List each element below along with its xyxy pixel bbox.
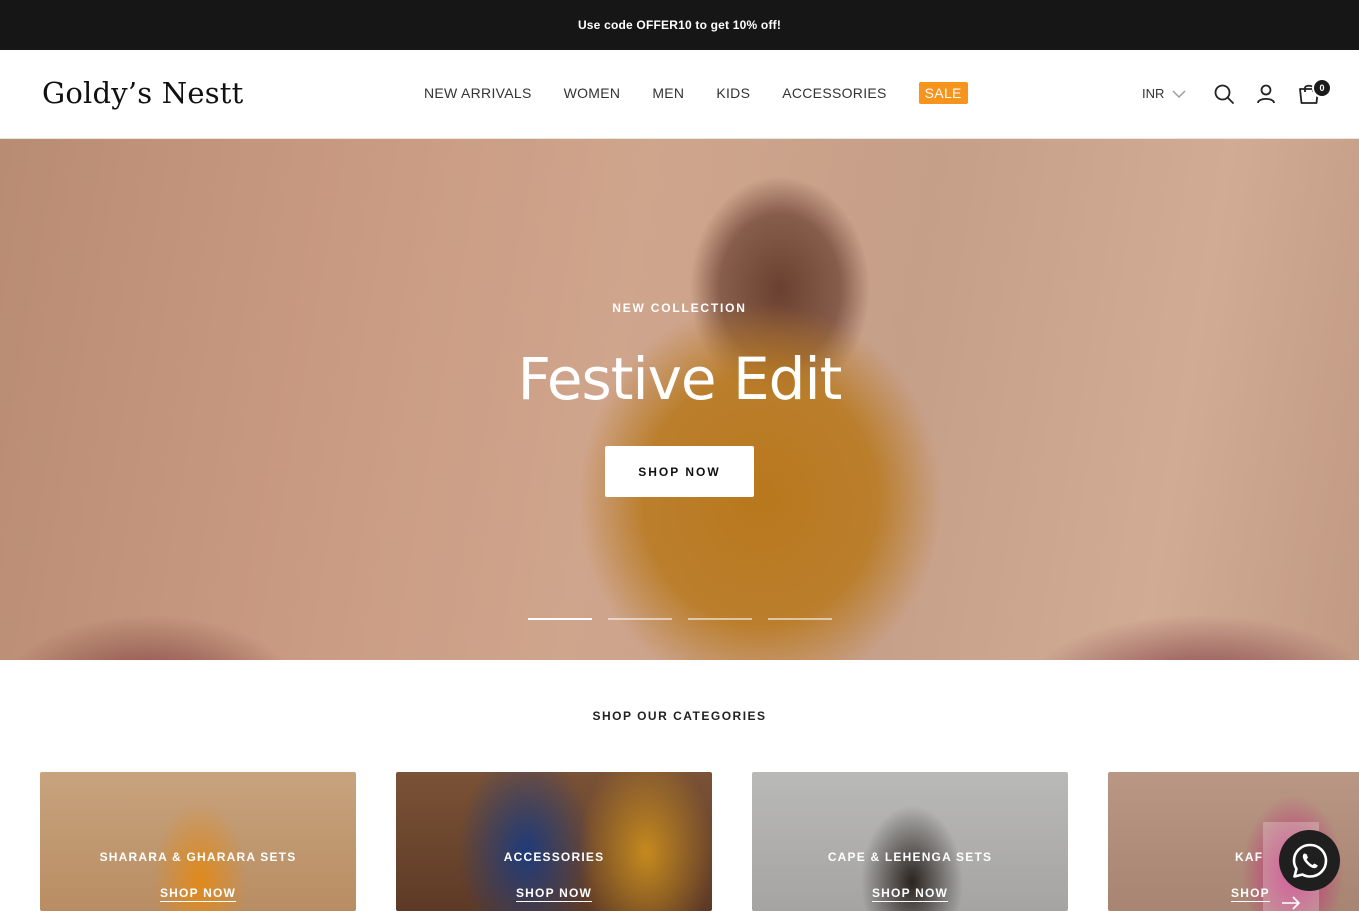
whatsapp-chat-button[interactable] <box>1279 830 1340 891</box>
slider-dot-3[interactable] <box>688 618 752 620</box>
nav-kids[interactable]: KIDS <box>716 85 750 101</box>
category-title: SHARARA & GHARARA SETS <box>99 850 297 864</box>
announcement-bar: Use code OFFER10 to get 10% off! <box>0 0 1359 50</box>
category-card-sharara[interactable]: SHARARA & GHARARA SETS SHOP NOW <box>40 772 356 911</box>
hero-subtitle: NEW COLLECTION <box>612 301 747 315</box>
search-icon[interactable] <box>1213 83 1235 105</box>
currency-selector[interactable]: INR <box>1142 86 1186 101</box>
whatsapp-icon <box>1292 843 1327 878</box>
category-title: CAPE & LEHENGA SETS <box>827 850 993 864</box>
nav-women[interactable]: WOMEN <box>564 85 621 101</box>
nav-sale[interactable]: SALE <box>918 82 968 104</box>
categories-heading: SHOP OUR CATEGORIES <box>592 709 767 723</box>
nav-men[interactable]: MEN <box>652 85 684 101</box>
site-header: Goldy’s Nestt NEW ARRIVALS WOMEN MEN KID… <box>0 50 1359 139</box>
category-card-accessories[interactable]: ACCESSORIES SHOP NOW <box>396 772 712 911</box>
hero-shop-now-button[interactable]: SHOP NOW <box>605 446 754 497</box>
category-shop-link[interactable]: SHOP NOW <box>396 886 712 902</box>
main-nav: NEW ARRIVALS WOMEN MEN KIDS ACCESSORIES … <box>424 82 968 104</box>
announcement-text: Use code OFFER10 to get 10% off! <box>577 18 782 32</box>
cart-count-badge: 0 <box>1312 78 1332 98</box>
slider-dot-2[interactable] <box>608 618 672 620</box>
chevron-down-icon <box>1172 90 1186 98</box>
slider-dots <box>528 618 848 620</box>
hero-banner[interactable]: NEW COLLECTION Festive Edit SHOP NOW <box>0 139 1359 660</box>
hero-title: Festive Edit <box>517 345 843 413</box>
account-icon[interactable] <box>1255 83 1277 105</box>
category-card-cape-lehenga[interactable]: CAPE & LEHENGA SETS SHOP NOW <box>752 772 1068 911</box>
slider-dot-1[interactable] <box>528 618 592 620</box>
category-carousel: SHARARA & GHARARA SETS SHOP NOW ACCESSOR… <box>40 772 1359 911</box>
category-shop-link[interactable]: SHOP NOW <box>752 886 1068 902</box>
category-shop-link[interactable]: SHOP NOW <box>40 886 356 902</box>
nav-new-arrivals[interactable]: NEW ARRIVALS <box>424 85 532 101</box>
currency-label: INR <box>1142 86 1165 101</box>
category-title: ACCESSORIES <box>503 850 605 864</box>
slider-dot-4[interactable] <box>768 618 832 620</box>
nav-accessories[interactable]: ACCESSORIES <box>782 85 886 101</box>
arrow-right-icon <box>1282 896 1301 910</box>
site-logo[interactable]: Goldy’s Nestt <box>42 76 244 110</box>
